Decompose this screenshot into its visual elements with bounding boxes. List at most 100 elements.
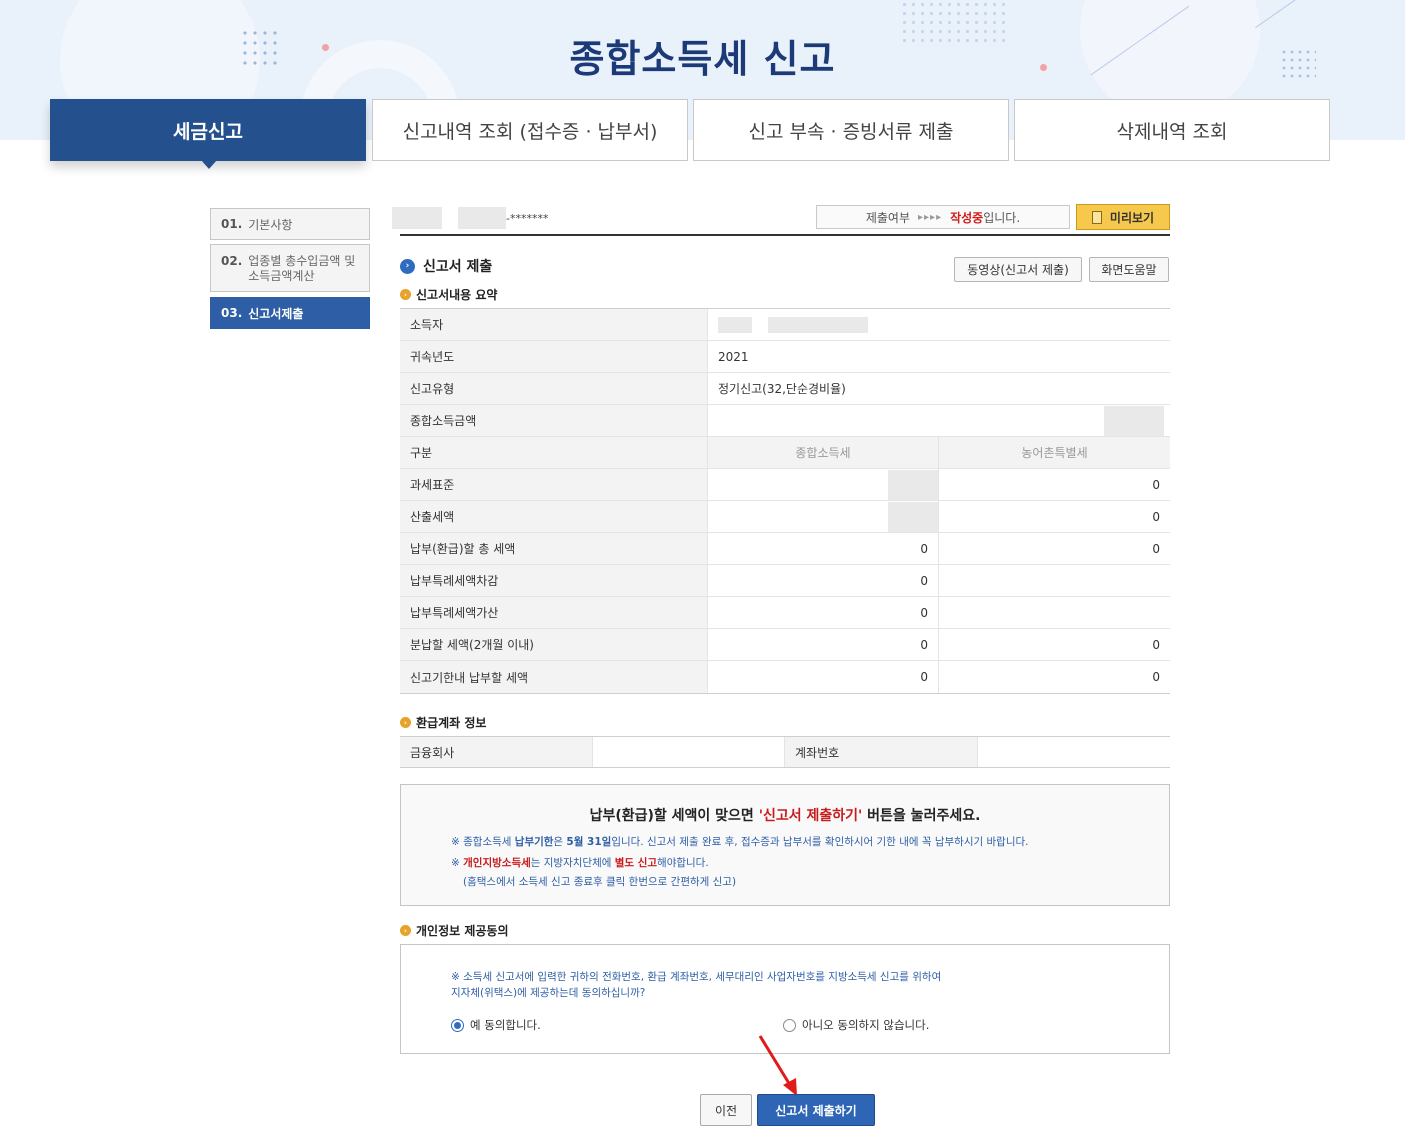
status-state: 작성중 (950, 210, 984, 225)
row-label: 종합소득금액 (400, 405, 708, 436)
page-title: 종합소득세 신고 (569, 37, 836, 81)
notice-box: 납부(환급)할 세액이 맞으면 '신고서 제출하기' 버튼을 눌러주세요. ※ … (400, 784, 1170, 906)
summary-title: › 신고서내용 요약 (400, 286, 497, 303)
masked-id: -******* (506, 211, 549, 225)
status-suffix: 입니다. (983, 210, 1021, 225)
chevron-right-icon: › (400, 925, 411, 936)
chevron-right-icon: › (400, 717, 411, 728)
notice-highlight: 개인지방소득세 (463, 857, 531, 869)
preview-label: 미리보기 (1109, 210, 1155, 225)
notice-line-hometax: (홈택스에서 소득세 신고 종료후 클릭 한번으로 간편하게 신고) (463, 876, 737, 888)
row-label: 납부특례세액가산 (400, 597, 708, 628)
chevron-right-icon: › (400, 289, 411, 300)
table-row: 산출세액 0 (400, 501, 1170, 533)
step-label: 신고서제출 (248, 306, 304, 321)
cell-value: 0 (1152, 637, 1160, 652)
cell-value: 0 (1152, 541, 1160, 556)
table-row: 납부특례세액가산 0 (400, 597, 1170, 629)
row-value (708, 405, 1170, 436)
row-label: 귀속년도 (400, 341, 708, 372)
consent-question: ※ 소득세 신고서에 입력한 귀하의 전화번호, 환급 계좌번호, 세무대리인 … (451, 971, 942, 983)
consent-question: 지자체(위택스)에 제공하는데 동의하십니까? (451, 987, 646, 999)
preview-button[interactable]: 미리보기 (1076, 204, 1170, 230)
notice-text: 는 지방자치단체에 (530, 857, 615, 869)
row-label: 납부특례세액차감 (400, 565, 708, 596)
column-header: 종합소득세 (708, 437, 939, 468)
section-title-text: 신고서 제출 (423, 259, 493, 275)
table-row: 종합소득금액 (400, 405, 1170, 437)
notice-text: ※ (451, 857, 464, 869)
step-number: 03. (221, 306, 243, 320)
chevron-right-icon: › (400, 258, 415, 274)
notice-bold: 5월 31일 (566, 836, 612, 848)
row-label: 산출세액 (400, 501, 708, 532)
consent-yes-option[interactable]: 예 동의합니다. (451, 1017, 541, 1033)
cell-value: 0 (708, 629, 939, 660)
prev-button[interactable]: 이전 (700, 1094, 752, 1126)
notice-highlight: '신고서 제출하기' (758, 808, 863, 824)
cell-value (708, 501, 939, 532)
notice-text: ※ 종합소득세 (451, 836, 515, 848)
row-label: 분납할 세액(2개월 이내) (400, 629, 708, 660)
consent-no-label: 아니오 동의하지 않습니다. (802, 1018, 930, 1032)
step-basic-info[interactable]: 01. 기본사항 (210, 208, 370, 240)
step-number: 01. (221, 217, 243, 231)
step-income-calc[interactable]: 02. 업종별 총수입금액 및 소득금액계산 (210, 244, 370, 292)
cell-value: 0 (1152, 670, 1160, 684)
table-row: 소득자 (400, 309, 1170, 341)
cell-value: 0 (1152, 477, 1160, 492)
redacted-block (1104, 405, 1164, 436)
redacted-block (392, 207, 442, 229)
tab-attachments[interactable]: 신고 부속 · 증빙서류 제출 (693, 99, 1009, 161)
tab-tax-filing[interactable]: 세금신고 (50, 99, 366, 169)
cell-value: 0 (708, 661, 939, 693)
cell-value (939, 597, 1170, 628)
screen-help-button[interactable]: 화면도움말 (1089, 257, 1169, 282)
account-label: 계좌번호 (785, 737, 978, 767)
step-label: 업종별 총수입금액 및 소득금액계산 (248, 254, 356, 283)
bank-label: 금융회사 (400, 737, 593, 767)
book-icon (1091, 210, 1102, 224)
row-label: 신고유형 (400, 373, 708, 404)
table-row: 신고유형 정기신고(32,단순경비율) (400, 373, 1170, 405)
step-number: 02. (221, 254, 243, 268)
arrow-annotation-icon (758, 1035, 797, 1096)
notice-text: 은 (553, 836, 567, 848)
redacted-block (768, 316, 868, 333)
user-id-line: -******* (392, 206, 548, 230)
row-label: 소득자 (400, 309, 708, 340)
tab-filing-history[interactable]: 신고내역 조회 (접수증 · 납부서) (372, 99, 688, 161)
step-submit[interactable]: 03. 신고서제출 (210, 297, 370, 329)
decor-line (1255, 0, 1305, 29)
notice-bold: 납부기한 (514, 836, 554, 848)
consent-yes-label: 예 동의합니다. (470, 1018, 541, 1032)
cell-value: 0 (708, 533, 939, 564)
bank-value (593, 737, 785, 767)
section-title: › 신고서 제출 (400, 256, 492, 276)
summary-table: 소득자 귀속년도 2021 신고유형 정기신고(32,단순경비율) 종합소득금액… (400, 308, 1170, 694)
row-label: 과세표준 (400, 469, 708, 500)
video-help-button[interactable]: 동영상(신고서 제출) (954, 257, 1082, 282)
divider (400, 234, 1170, 236)
tab-deleted-history[interactable]: 삭제내역 조회 (1014, 99, 1330, 161)
arrows-icon: ▸▸▸▸ (918, 211, 943, 223)
table-row: 구분 종합소득세 농어촌특별세 (400, 437, 1170, 469)
row-value: 정기신고(32,단순경비율) (718, 382, 846, 396)
redacted-block (888, 501, 938, 532)
cell-value: 0 (1152, 509, 1160, 524)
notice-line-deadline: ※ 종합소득세 납부기한은 5월 31일입니다. 신고서 제출 완료 후, 접수… (451, 834, 1028, 849)
table-row: 납부특례세액차감 0 (400, 565, 1170, 597)
table-row: 귀속년도 2021 (400, 341, 1170, 373)
account-value (978, 737, 1170, 767)
row-label: 구분 (400, 437, 708, 468)
notice-line-local-tax: ※ 개인지방소득세는 지방자치단체에 별도 신고해야합니다. (451, 855, 709, 870)
main-tabs: 세금신고 신고내역 조회 (접수증 · 납부서) 신고 부속 · 증빙서류 제출… (50, 99, 1330, 169)
notice-text: 버튼을 눌러주세요. (862, 808, 981, 824)
radio-selected-icon[interactable] (451, 1018, 464, 1032)
cell-value (939, 565, 1170, 596)
redacted-block (458, 207, 506, 229)
notice-text: 입니다. 신고서 제출 완료 후, 접수증과 납부서를 확인하시어 기한 내에 … (611, 836, 1029, 848)
submit-return-button[interactable]: 신고서 제출하기 (757, 1094, 875, 1126)
cell-value: 0 (708, 597, 939, 628)
row-label: 납부(환급)할 총 세액 (400, 533, 708, 564)
